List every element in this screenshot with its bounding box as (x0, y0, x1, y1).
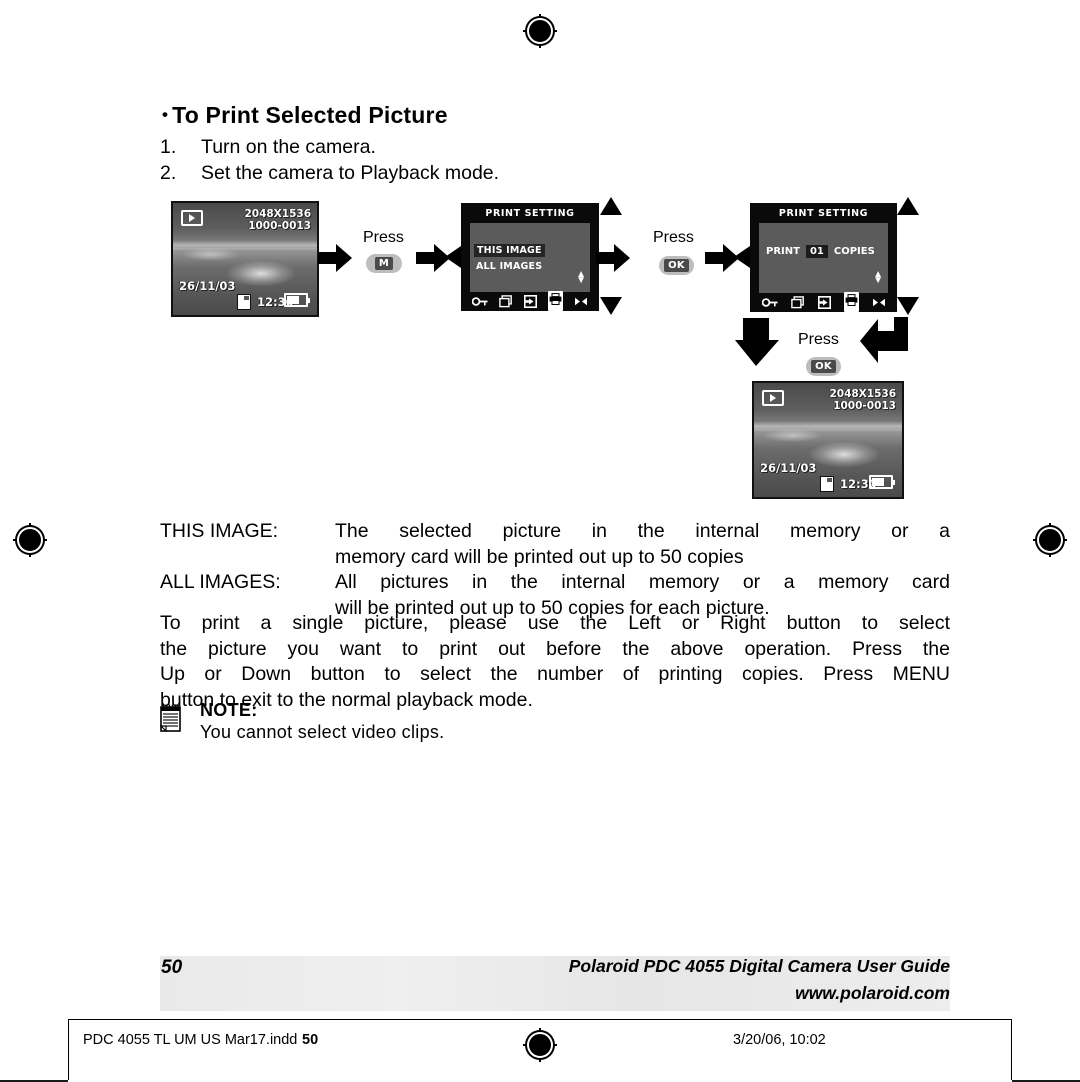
step-text: Set the camera to Playback mode. (201, 162, 500, 184)
lcd-print-setting-menu: PRINT SETTING THIS IMAGE ALL IMAGES ▲ ▼ (461, 203, 599, 311)
ok-button-1[interactable]: OK (659, 256, 694, 275)
print-label: PRINT (766, 246, 800, 257)
menu-icon-bar (462, 291, 598, 311)
ok-button-label: OK (811, 360, 836, 373)
nav-arrow-up-icon-3 (897, 197, 919, 215)
lcd-playback-screen-1: 2048X1536 1000-0013 26/11/03 12:30 (171, 201, 319, 317)
date-label: 26/11/03 (760, 461, 817, 475)
ok-button-label: OK (664, 259, 689, 272)
battery-icon (284, 293, 310, 307)
footer-url[interactable]: www.polaroid.com (795, 983, 950, 1004)
menu-icon-bar (751, 292, 896, 312)
copies-label: COPIES (833, 246, 875, 257)
menu-option-all-images[interactable]: ALL IMAGES (476, 261, 542, 272)
definition-term: THIS IMAGE: (160, 520, 279, 542)
footer-title: Polaroid PDC 4055 Digital Camera User Gu… (568, 956, 950, 976)
manual-page: • To Print Selected Picture 1. Turn on th… (0, 0, 1080, 1080)
lcd-print-copies-menu: PRINT SETTING PRINT 01 COPIES ▲ ▼ (750, 203, 897, 312)
paragraph-line-1: To print a single picture, please use th… (160, 612, 950, 634)
memory-card-icon (820, 476, 834, 492)
press-label-2: Press (653, 229, 694, 246)
notepad-icon (160, 704, 181, 732)
playback-icon (181, 210, 203, 226)
press-label-3: Press (798, 331, 839, 348)
updown-indicator-icon: ▲ ▼ (576, 269, 586, 286)
definition-list: THIS IMAGE: The selected picture in the … (160, 519, 950, 621)
battery-icon (869, 475, 895, 489)
menu-title: PRINT SETTING (778, 208, 869, 219)
copies-value[interactable]: 01 (805, 245, 828, 258)
paragraph-line-4: button to exit to the normal playback mo… (160, 688, 533, 711)
page-title: • To Print Selected Picture (162, 102, 448, 129)
nav-arrow-left-icon-3 (734, 246, 750, 268)
resolution-label: 2048X1536 (244, 208, 311, 220)
definition-line-1: All pictures in the internal memory or a… (335, 571, 950, 593)
page-title-text: To Print Selected Picture (172, 102, 448, 128)
lcd-playback-screen-2: 2048X1536 1000-0013 26/11/03 12:30 (752, 381, 904, 499)
updown-indicator-icon: ▲ ▼ (873, 269, 883, 286)
step-number: 1. (160, 136, 177, 158)
menu-title: PRINT SETTING (485, 208, 575, 219)
copy-icon[interactable] (790, 295, 805, 309)
definition-line-2: memory card will be printed out up to 50… (335, 545, 744, 568)
printer-icon[interactable] (843, 292, 859, 312)
imprint-divider (68, 1019, 1012, 1020)
definition-description: The selected picture in the internal mem… (335, 519, 950, 570)
key-icon[interactable] (471, 296, 488, 307)
file-number-label: 1000-0013 (833, 400, 896, 412)
bullet-icon: • (162, 105, 169, 124)
definition-line-1: The selected picture in the internal mem… (335, 520, 950, 542)
nav-arrow-down-icon-2 (600, 297, 622, 315)
step-number: 2. (160, 162, 177, 184)
date-label: 26/11/03 (179, 279, 236, 293)
definition-row-this-image: THIS IMAGE: The selected picture in the … (160, 519, 950, 570)
imprint-timestamp: 3/20/06, 10:02 (733, 1032, 826, 1048)
ok-button-2[interactable]: OK (806, 357, 841, 376)
nav-arrow-down-icon-3 (897, 297, 919, 315)
step-list: 1. Turn on the camera. 2. Set the camera… (160, 134, 499, 186)
transfer-icon[interactable] (523, 294, 537, 308)
list-item: 1. Turn on the camera. (160, 134, 499, 160)
memory-card-icon (237, 294, 251, 310)
menu-button-label: M (374, 257, 394, 270)
imprint-rule-left (68, 1019, 69, 1080)
flow-arrow-icon-3 (596, 244, 630, 272)
print-copies-row: PRINT 01 COPIES (766, 245, 875, 258)
flow-arrow-icon-1 (318, 244, 352, 272)
transfer-icon[interactable] (817, 295, 831, 309)
copy-icon[interactable] (498, 294, 513, 308)
step-text: Turn on the camera. (201, 136, 376, 158)
menu-option-this-image[interactable]: THIS IMAGE (474, 244, 545, 257)
list-item: 2. Set the camera to Playback mode. (160, 160, 499, 186)
key-icon[interactable] (761, 297, 778, 308)
leftright-icon[interactable] (574, 297, 588, 306)
paragraph-line-2: the picture you want to print out before… (160, 637, 950, 660)
flow-arrow-elbow-down-icon (735, 318, 779, 366)
playback-icon (762, 390, 784, 406)
file-number-label: 1000-0013 (248, 220, 311, 232)
paragraph-line-3: Up or Down button to select the number o… (160, 663, 950, 685)
note-body: You cannot select video clips. (200, 722, 445, 742)
imprint-overlay-page: 50 (302, 1032, 319, 1048)
resolution-label: 2048X1536 (829, 388, 896, 400)
note-title: NOTE: (200, 700, 258, 720)
flow-arrow-elbow-left-icon (860, 317, 908, 363)
nav-arrow-left-icon-2 (445, 246, 461, 268)
instruction-paragraph: To print a single picture, please use th… (160, 611, 950, 713)
page-number: 50 (161, 957, 183, 978)
leftright-icon[interactable] (872, 298, 886, 307)
printer-icon[interactable] (548, 291, 564, 311)
nav-arrow-up-icon-2 (600, 197, 622, 215)
imprint-rule-right (1011, 1019, 1012, 1080)
menu-button[interactable]: M (366, 254, 402, 273)
press-label-1: Press (363, 229, 404, 246)
imprint-filename: PDC 4055 TL UM US Mar17.indd (83, 1032, 298, 1048)
